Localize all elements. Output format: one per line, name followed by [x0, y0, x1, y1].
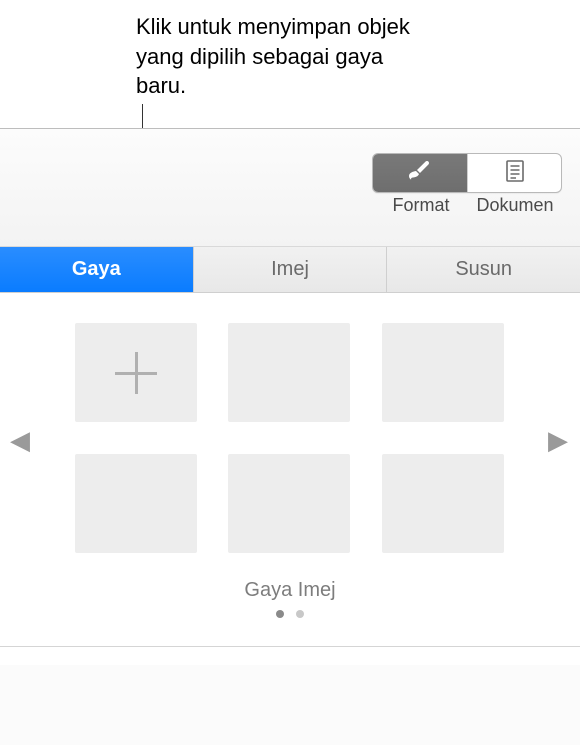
add-style-icon [115, 352, 157, 394]
tab-arrange[interactable]: Susun [387, 247, 580, 292]
style-tile[interactable] [228, 323, 350, 422]
chevron-left-icon: ◀ [10, 425, 30, 455]
format-tabs: Gaya Imej Susun [0, 247, 580, 293]
image-styles-section: ◀ ▶ Gaya Imej [0, 293, 580, 646]
chevron-right-icon: ▶ [548, 425, 568, 455]
style-tile[interactable] [382, 323, 504, 422]
document-icon [504, 159, 526, 188]
styles-prev-button[interactable]: ◀ [10, 425, 30, 456]
document-mode-label: Dokumen [468, 195, 562, 216]
inspector-mode-labels: Format Dokumen [374, 195, 562, 216]
page-dot[interactable] [296, 610, 304, 618]
style-tile[interactable] [382, 454, 504, 553]
format-brush-icon [407, 159, 433, 188]
document-mode-button[interactable] [467, 154, 561, 192]
inspector-panel: Format Dokumen Gaya Imej Susun ◀ ▶ Ga [0, 128, 580, 745]
callout-text: Klik untuk menyimpan objek yang dipilih … [136, 12, 436, 101]
styles-caption: Gaya Imej [42, 579, 538, 602]
styles-page-dots [42, 610, 538, 636]
add-style-tile[interactable] [75, 323, 197, 422]
styles-next-button[interactable]: ▶ [548, 425, 568, 456]
page-dot[interactable] [276, 610, 284, 618]
style-tile[interactable] [228, 454, 350, 553]
style-grid [75, 323, 505, 553]
inspector-toolbar: Format Dokumen [0, 129, 580, 247]
footer-spacer [0, 647, 580, 665]
tab-image[interactable]: Imej [194, 247, 388, 292]
tab-style[interactable]: Gaya [0, 247, 194, 292]
style-tile[interactable] [75, 454, 197, 553]
inspector-mode-segmented [372, 153, 562, 193]
format-mode-button[interactable] [373, 154, 467, 192]
format-mode-label: Format [374, 195, 468, 216]
